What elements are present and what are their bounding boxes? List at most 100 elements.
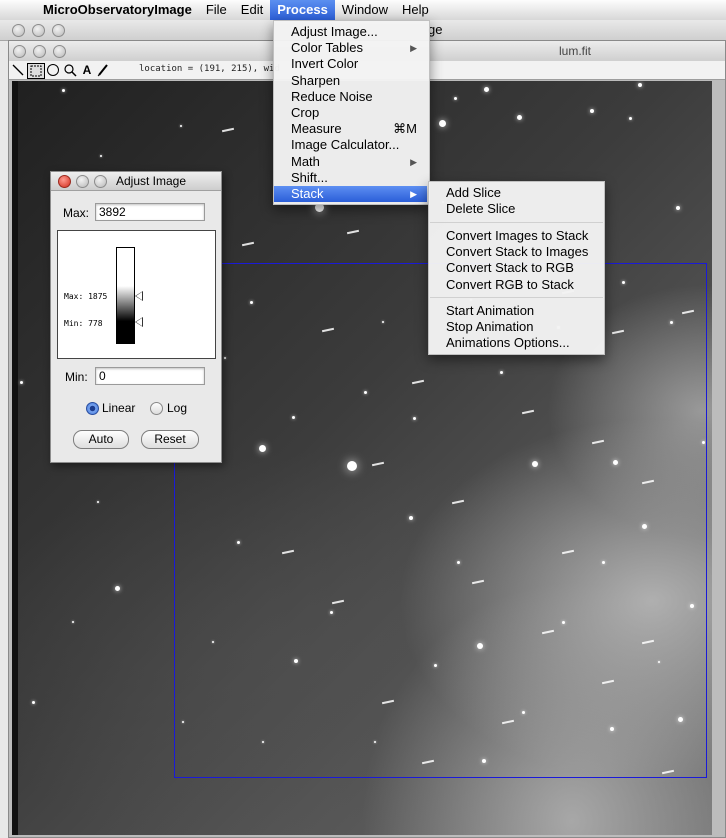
- submenu-arrow-icon: ▶: [410, 43, 417, 54]
- star: [629, 117, 632, 120]
- star: [638, 83, 642, 87]
- star: [72, 621, 74, 623]
- min-slider-arrow-icon[interactable]: [135, 317, 143, 327]
- process-menu-item-label: Invert Color: [291, 56, 359, 72]
- adjust-image-panel: Adjust Image Max: 3892 Max: 1875 Min: 77…: [50, 171, 222, 463]
- oval-select-tool-icon[interactable]: [45, 63, 61, 77]
- star: [439, 120, 446, 127]
- background-window-title: ge: [428, 22, 443, 37]
- log-label: Log: [167, 401, 188, 415]
- zoom-button[interactable]: [53, 45, 66, 58]
- min-label: Min:: [65, 370, 88, 384]
- star: [97, 501, 99, 503]
- log-radio[interactable]: [150, 402, 163, 415]
- star-streak: [346, 229, 360, 235]
- stack-menu-item[interactable]: Start Animation: [429, 303, 602, 319]
- menu-shortcut: ⌘M: [393, 121, 417, 137]
- process-menu-item-8[interactable]: Math ▶: [274, 154, 427, 170]
- stack-menu-item[interactable]: Convert Images to Stack: [429, 228, 602, 244]
- line-tool-icon[interactable]: [10, 63, 26, 77]
- menu-bar: MicroObservatoryImage File Edit Process …: [0, 0, 726, 21]
- star: [676, 206, 680, 210]
- menu-process[interactable]: Process: [270, 0, 335, 20]
- star: [484, 87, 489, 92]
- menu-separator: [430, 221, 603, 223]
- stack-submenu: Add Slice Delete Slice Convert Images to S…: [428, 181, 605, 355]
- stack-menu-item[interactable]: Convert Stack to Images: [429, 244, 602, 260]
- location-readout: location = (191, 215), wid: [139, 64, 280, 74]
- image-left-border: [12, 81, 18, 835]
- process-menu-item-4[interactable]: Reduce Noise: [274, 89, 427, 105]
- process-menu-item-label: Sharpen: [291, 72, 341, 88]
- process-menu-item-label: Image Calculator...: [291, 137, 400, 153]
- stack-menu-item[interactable]: Animations Options...: [429, 335, 602, 351]
- max-label: Max:: [63, 206, 90, 220]
- process-menu-item-7[interactable]: Image Calculator...: [274, 137, 427, 153]
- min-input[interactable]: 0: [95, 367, 205, 385]
- stack-menu-item[interactable]: Convert Stack to RGB: [429, 260, 602, 276]
- process-menu-item-2[interactable]: Invert Color: [274, 56, 427, 72]
- star: [32, 701, 35, 704]
- stack-menu-item[interactable]: Stop Animation: [429, 319, 602, 335]
- menu-separator: [430, 296, 603, 298]
- app-menu[interactable]: MicroObservatoryImage: [36, 0, 199, 20]
- process-menu-item-label: Stack: [291, 186, 324, 201]
- max-slider-arrow-icon[interactable]: [135, 291, 143, 301]
- stack-menu-item[interactable]: Delete Slice: [429, 201, 602, 217]
- hist-min-label: Min: 778: [64, 319, 103, 328]
- linear-label: Linear: [102, 401, 136, 415]
- adjust-image-title: Adjust Image: [115, 174, 187, 188]
- auto-button[interactable]: Auto: [73, 430, 129, 449]
- process-menu-item-5[interactable]: Crop: [274, 105, 427, 121]
- process-menu-item-label: Reduce Noise: [291, 88, 373, 104]
- stack-menu-item[interactable]: Add Slice: [429, 185, 602, 201]
- rect-select-tool-icon[interactable]: [27, 63, 45, 79]
- star: [180, 125, 182, 127]
- star: [517, 115, 522, 120]
- adjust-image-titlebar[interactable]: Adjust Image: [51, 172, 221, 191]
- magnify-tool-icon[interactable]: [62, 63, 78, 77]
- process-menu-item-label: Shift...: [291, 169, 328, 185]
- linear-radio[interactable]: [86, 402, 99, 415]
- star: [454, 97, 457, 100]
- process-menu-item-label: Measure: [291, 121, 342, 137]
- menu-help[interactable]: Help: [395, 0, 436, 20]
- submenu-arrow-icon: ▶: [410, 156, 417, 167]
- text-tool-icon[interactable]: A: [79, 63, 95, 77]
- pencil-tool-icon[interactable]: [95, 63, 111, 77]
- star-streak: [241, 241, 255, 247]
- menu-edit[interactable]: Edit: [234, 0, 270, 20]
- star: [100, 155, 102, 157]
- process-menu-item-label: Math: [291, 153, 320, 169]
- menu-file[interactable]: File: [199, 0, 234, 20]
- close-button-inactive[interactable]: [12, 24, 25, 37]
- process-menu-item-6[interactable]: Measure ⌘M: [274, 121, 427, 137]
- hist-max-label: Max: 1875: [64, 292, 108, 301]
- process-menu-item-label: Adjust Image...: [291, 24, 378, 39]
- star: [62, 89, 65, 92]
- process-menu-item-0[interactable]: Adjust Image...: [274, 24, 427, 40]
- close-button[interactable]: [13, 45, 26, 58]
- minimize-button-inactive[interactable]: [32, 24, 45, 37]
- menu-window[interactable]: Window: [335, 0, 395, 20]
- reset-button[interactable]: Reset: [141, 430, 199, 449]
- histogram-box: Max: 1875 Min: 778: [57, 230, 216, 359]
- process-menu-item-9[interactable]: Shift...: [274, 170, 427, 186]
- process-menu-item-10[interactable]: Stack ▶: [274, 186, 427, 202]
- minimize-button[interactable]: [33, 45, 46, 58]
- zoom-button-inactive[interactable]: [52, 24, 65, 37]
- stack-menu-item[interactable]: Convert RGB to Stack: [429, 277, 602, 293]
- max-input[interactable]: 3892: [95, 203, 205, 221]
- star-streak: [221, 127, 235, 133]
- star: [20, 381, 23, 384]
- image-window-title: lum.fit: [559, 44, 592, 58]
- submenu-arrow-icon: ▶: [410, 189, 417, 199]
- process-menu-item-label: Crop: [291, 105, 320, 120]
- process-menu-item-label: Color Tables: [291, 40, 364, 56]
- apple-menu-icon[interactable]: [0, 0, 36, 20]
- process-menu-item-1[interactable]: Color Tables ▶: [274, 40, 427, 56]
- star: [590, 109, 594, 113]
- process-menu: Adjust Image... Color Tables ▶ Invert Color…: [273, 20, 430, 205]
- process-menu-item-3[interactable]: Sharpen: [274, 73, 427, 89]
- grayscale-bar: [116, 247, 135, 344]
